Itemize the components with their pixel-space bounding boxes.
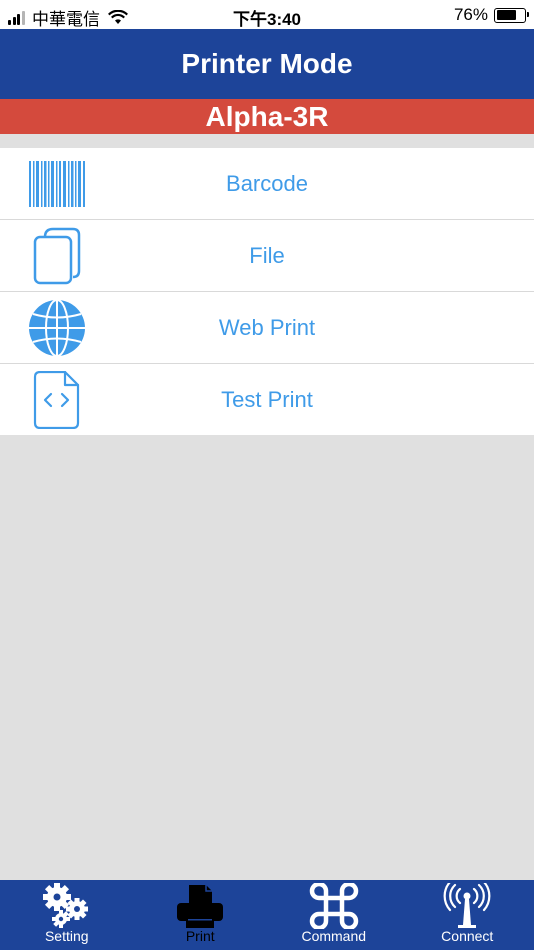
status-bar: 中華電信 下午3:40 76% bbox=[0, 0, 534, 29]
menu-item-label: Barcode bbox=[226, 170, 308, 196]
tab-label: Setting bbox=[44, 928, 89, 944]
menu-item-barcode[interactable]: Barcode bbox=[0, 148, 534, 220]
printer-mode-menu: Barcode File Web Print Test Print bbox=[0, 148, 534, 435]
tab-label: Command bbox=[301, 928, 367, 944]
section-gap bbox=[0, 134, 534, 148]
antenna-icon bbox=[443, 883, 491, 928]
status-right: 76% bbox=[453, 5, 529, 25]
gears-icon bbox=[42, 883, 88, 928]
printer-model-banner: Alpha-3R bbox=[0, 99, 534, 134]
menu-item-file[interactable]: File bbox=[0, 220, 534, 292]
menu-item-web-print[interactable]: Web Print bbox=[0, 292, 534, 364]
nav-bar: Printer Mode bbox=[0, 29, 534, 99]
battery-level bbox=[496, 10, 516, 20]
battery-icon bbox=[494, 7, 529, 23]
tab-connect[interactable]: Connect bbox=[401, 880, 534, 950]
tab-label: Connect bbox=[441, 928, 494, 944]
printer-model-name: Alpha-3R bbox=[205, 100, 329, 132]
menu-item-label: Test Print bbox=[221, 386, 313, 412]
command-key-icon bbox=[309, 883, 358, 929]
tab-bar: Setting Print Command Connect bbox=[0, 880, 534, 950]
page-title: Printer Mode bbox=[181, 48, 353, 79]
printer-icon bbox=[177, 885, 224, 928]
menu-item-test-print[interactable]: Test Print bbox=[0, 364, 534, 435]
tab-command[interactable]: Command bbox=[267, 880, 401, 950]
tab-label: Print bbox=[185, 928, 215, 944]
menu-item-label: Web Print bbox=[218, 314, 316, 340]
menu-item-label: File bbox=[249, 242, 285, 268]
tab-print[interactable]: Print bbox=[134, 880, 268, 950]
battery-percent: 76% bbox=[453, 5, 488, 24]
tab-setting[interactable]: Setting bbox=[0, 880, 134, 950]
